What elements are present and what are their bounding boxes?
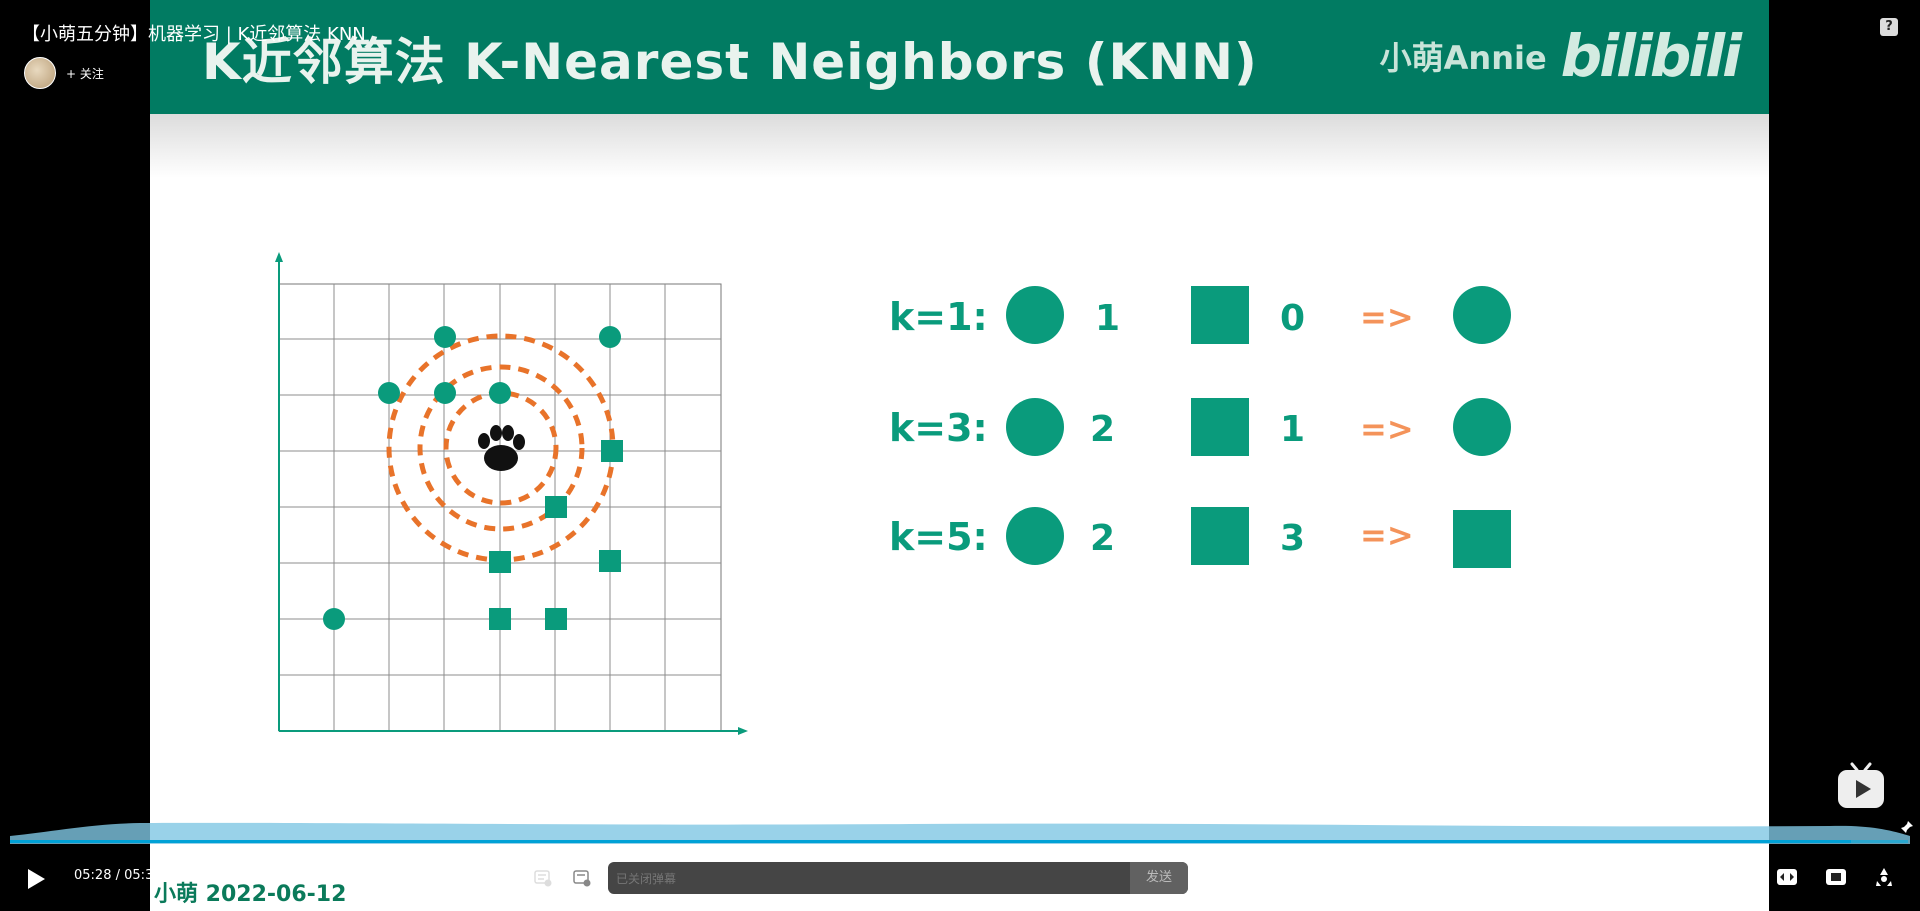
- subtitle-off-icon[interactable]: [1580, 867, 1608, 887]
- square-count: 0: [1280, 298, 1305, 339]
- follow-button[interactable]: + 关注: [66, 65, 104, 82]
- video-title: 【小萌五分钟】机器学习 | K近邻算法 KNN: [22, 24, 366, 45]
- web-fullscreen-icon[interactable]: [1825, 867, 1847, 887]
- result-circle: [1453, 286, 1511, 344]
- danmaku-box: 发送: [608, 862, 1188, 894]
- result-arrow: =>: [1360, 410, 1414, 448]
- data-point-square: [601, 440, 623, 462]
- knn-diagram: k=1: 1 0 => k=3: 2 1 => k=5: 2 3 =>: [275, 252, 1511, 735]
- result-square: [1453, 510, 1511, 568]
- data-point-circle: [434, 326, 456, 348]
- total-time: 05:38: [124, 868, 162, 883]
- video-frame[interactable]: K近邻算法 K-Nearest Neighbors (KNN) 小萌Annie …: [150, 0, 1769, 911]
- data-point-circle: [599, 326, 621, 348]
- data-point-square: [545, 496, 567, 518]
- shape-square: [1191, 507, 1249, 565]
- data-point-square: [489, 551, 511, 573]
- fullscreen-icon[interactable]: [1873, 866, 1895, 888]
- knn-table: k=1: 1 0 => k=3: 2 1 => k=5: 2 3 =>: [889, 286, 1511, 568]
- progress-bar[interactable]: [10, 840, 1908, 843]
- uploader: + 关注: [24, 57, 104, 89]
- result-circle: [1453, 398, 1511, 456]
- circle-count: 2: [1090, 518, 1115, 559]
- shape-circle: [1006, 507, 1064, 565]
- shape-square: [1191, 398, 1249, 456]
- pin-icon[interactable]: [1900, 820, 1914, 834]
- data-point-square: [545, 608, 567, 630]
- data-point-circle: [323, 608, 345, 630]
- axes: [275, 252, 748, 735]
- result-arrow: =>: [1360, 516, 1414, 554]
- shape-square: [1191, 286, 1249, 344]
- circle-count: 2: [1090, 409, 1115, 450]
- avatar[interactable]: [24, 57, 56, 89]
- scatter-grid: [278, 283, 722, 732]
- volume-icon[interactable]: [1632, 867, 1654, 887]
- result-arrow: =>: [1360, 298, 1414, 336]
- bilibili-tv-icon[interactable]: [1836, 762, 1886, 810]
- paw-icon: [478, 425, 525, 471]
- help-icon[interactable]: ?: [1880, 18, 1898, 36]
- picture-in-picture-icon[interactable]: [1727, 867, 1751, 887]
- time-separator: /: [115, 868, 120, 883]
- square-count: 3: [1280, 518, 1305, 559]
- data-point-circle: [378, 382, 400, 404]
- quality-selector[interactable]: 1080P 高清: [1426, 868, 1502, 887]
- speed-selector[interactable]: 1.5x: [1524, 868, 1555, 883]
- data-point-circle: [434, 382, 456, 404]
- shape-circle: [1006, 398, 1064, 456]
- progress-fill: [10, 840, 1852, 843]
- data-point-square: [599, 550, 621, 572]
- danmaku-send-button[interactable]: 发送: [1130, 862, 1188, 894]
- shape-circle: [1006, 286, 1064, 344]
- danmaku-settings-icon[interactable]: [573, 869, 591, 887]
- data-point-circle: [489, 382, 511, 404]
- k-label: k=5:: [889, 515, 988, 559]
- wide-mode-icon[interactable]: [1776, 867, 1798, 887]
- settings-gear-icon[interactable]: [1680, 866, 1702, 888]
- k-label: k=1:: [889, 295, 988, 339]
- danmaku-toggle-icon[interactable]: [534, 869, 552, 887]
- progress-heatmap: [10, 822, 1910, 844]
- play-icon[interactable]: [26, 868, 46, 890]
- danmaku-input[interactable]: [614, 866, 1118, 892]
- time-display: 05:28 / 05:38: [74, 868, 162, 883]
- square-count: 1: [1280, 409, 1305, 450]
- k-label: k=3:: [889, 406, 988, 450]
- data-point-square: [489, 608, 511, 630]
- current-time: 05:28: [74, 868, 112, 883]
- circle-count: 1: [1095, 298, 1120, 339]
